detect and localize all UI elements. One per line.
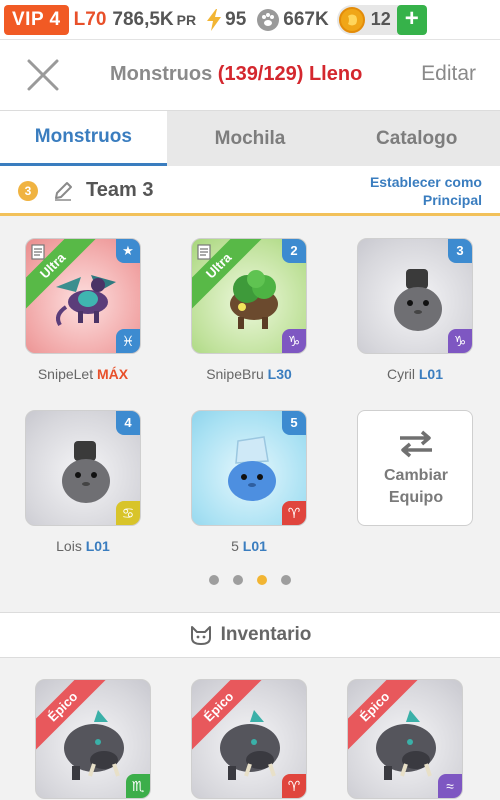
page-dot-3[interactable] <box>257 575 267 585</box>
page-title: Monstruos (139/129) Lleno <box>110 63 362 86</box>
team-pagination <box>0 575 500 589</box>
page-title-text: Monstruos <box>110 63 213 85</box>
boar-monster-icon <box>220 710 280 780</box>
cat-face-icon <box>190 626 211 645</box>
monster-capacity: (139/129) Lleno <box>217 63 363 85</box>
tab-mochila[interactable]: Mochila <box>167 111 334 166</box>
monster-label: Cyril L01 <box>340 366 490 382</box>
tab-monstruos[interactable]: Monstruos <box>0 111 167 166</box>
monster-label: SnipeBru L30 <box>174 366 324 382</box>
energy-value: 95 <box>225 8 247 30</box>
slot-number: 3 <box>448 239 472 263</box>
pisces-icon: ♓ <box>116 329 140 353</box>
status-bar: VIP 4 L70 786,5K PR 95 667K 12 + <box>0 0 500 40</box>
crystal-monster-icon <box>228 436 276 501</box>
power-unit: PR <box>176 11 197 28</box>
aries-icon: ♈ <box>282 774 306 798</box>
scorpio-icon: ♏ <box>126 774 150 798</box>
monster-card-snipebru[interactable]: Ultra 2 ♑ <box>191 238 307 354</box>
lightning-icon <box>207 8 222 31</box>
inventory-header: Inventario <box>0 612 500 658</box>
player-level: L70 <box>73 8 107 30</box>
add-gold-button[interactable]: + <box>396 4 427 35</box>
monster-name: Lois <box>56 538 82 554</box>
team-header: 3 Team 3 Establecer como Principal <box>0 166 500 216</box>
aquarius-icon: ≈ <box>438 774 462 798</box>
gold-currency-pill[interactable]: 12 + <box>336 4 427 35</box>
monster-card-5[interactable]: 5 ♈ <box>191 410 307 526</box>
page-dot-1[interactable] <box>209 575 219 585</box>
gold-coin-icon <box>338 6 365 33</box>
monster-card-lois[interactable]: 4 ♋ <box>25 410 141 526</box>
close-icon[interactable] <box>26 58 60 92</box>
boar-monster-icon <box>64 710 124 780</box>
change-team-label: Cambiar Equipo <box>358 465 474 509</box>
team-name: Team 3 <box>86 179 154 201</box>
inventory-title: Inventario <box>220 624 312 645</box>
energy-stat[interactable]: 95 <box>206 8 247 31</box>
cancer-icon: ♋ <box>116 501 140 525</box>
tab-catalogo[interactable]: Catalogo <box>333 111 500 166</box>
set-main-line2: Principal <box>422 192 482 208</box>
change-team-button[interactable]: Cambiar Equipo <box>357 410 473 526</box>
capricorn-icon: ♑ <box>448 329 472 353</box>
rock-monster-icon <box>62 441 110 503</box>
change-team-line2: Equipo <box>388 489 444 506</box>
rock-monster-icon <box>394 269 442 331</box>
slot-number: ★ <box>116 239 140 263</box>
change-team-line1: Cambiar <box>383 467 449 484</box>
monster-name: Cyril <box>386 366 415 382</box>
set-main-line1: Establecer como <box>369 174 482 190</box>
monster-label: Lois L01 <box>8 538 158 554</box>
dragon-monster-icon <box>56 275 116 327</box>
team-number-badge: 3 <box>18 181 38 201</box>
power-value: 786,5K <box>112 8 174 30</box>
swap-arrows-icon <box>400 430 432 458</box>
monster-label: SnipeLet MÁX <box>8 366 158 382</box>
paw-currency-stat[interactable]: 667K <box>256 8 329 32</box>
inventory-card[interactable]: Épico ♈ <box>191 679 307 799</box>
monster-level: L01 <box>418 366 443 382</box>
document-icon <box>31 244 45 260</box>
monster-level: MÁX <box>97 366 129 382</box>
page-header: Monstruos (139/129) Lleno Editar <box>0 40 500 110</box>
team-grid: Ultra ★ ♓ SnipeLet MÁX Ultra 2 ♑ SnipeBr… <box>0 219 500 612</box>
slot-number: 2 <box>282 239 306 263</box>
inventory-grid: Épico ♏ Épico ♈ Épico ≈ <box>0 659 500 800</box>
aries-icon: ♈ <box>282 501 306 525</box>
monster-label: 5 L01 <box>174 538 324 554</box>
vip-badge[interactable]: VIP 4 <box>4 4 69 35</box>
slot-number: 5 <box>282 411 306 435</box>
monster-level: L30 <box>267 366 292 382</box>
boar-monster-icon <box>376 710 436 780</box>
monster-card-snipelet[interactable]: Ultra ★ ♓ <box>25 238 141 354</box>
inventory-card[interactable]: Épico ♏ <box>35 679 151 799</box>
paw-currency-value: 667K <box>283 8 329 30</box>
document-icon <box>197 244 211 260</box>
slot-number: 4 <box>116 411 140 435</box>
monster-level: L01 <box>85 538 110 554</box>
monster-level: L01 <box>242 538 267 554</box>
bush-monster-icon <box>230 270 278 329</box>
edit-button[interactable]: Editar <box>421 62 476 86</box>
page-dot-4[interactable] <box>281 575 291 585</box>
set-main-team-link[interactable]: Establecer como Principal <box>370 173 482 209</box>
pencil-icon[interactable] <box>52 180 74 202</box>
gold-currency-value: 12 <box>370 9 391 29</box>
monster-card-cyril[interactable]: 3 ♑ <box>357 238 473 354</box>
monster-name: 5 <box>231 538 239 554</box>
inventory-card[interactable]: Épico ≈ <box>347 679 463 799</box>
paw-icon <box>257 8 280 31</box>
capricorn-icon: ♑ <box>282 329 306 353</box>
monster-name: SnipeLet <box>37 366 94 382</box>
page-dot-2[interactable] <box>233 575 243 585</box>
tab-bar: Monstruos Mochila Catalogo <box>0 110 500 166</box>
monster-name: SnipeBru <box>206 366 264 382</box>
